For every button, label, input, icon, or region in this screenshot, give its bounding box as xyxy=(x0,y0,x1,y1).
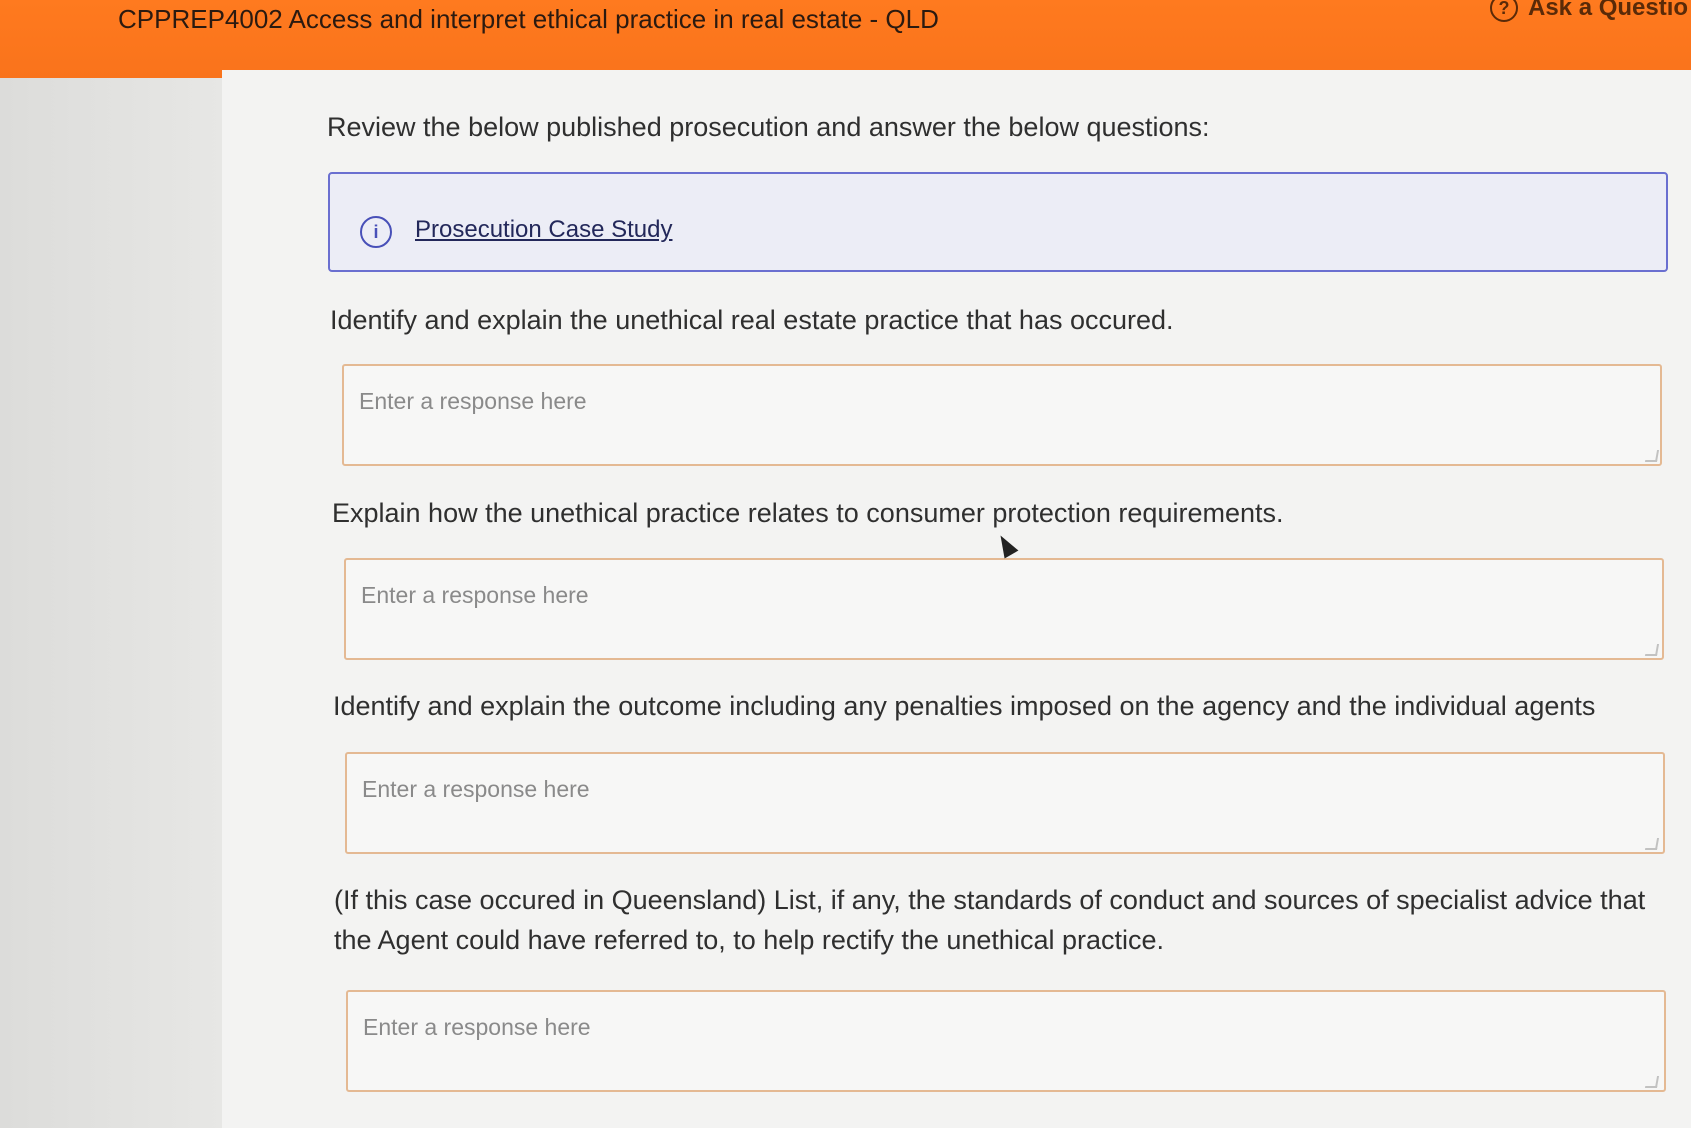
question-3-resize-handle[interactable] xyxy=(1644,838,1660,850)
question-4-response-field[interactable] xyxy=(346,990,1666,1092)
prosecution-case-study-link[interactable]: Prosecution Case Study xyxy=(415,216,672,244)
question-2-resize-handle[interactable] xyxy=(1644,644,1660,656)
help-circle-icon: ? xyxy=(1490,0,1518,22)
info-icon: i xyxy=(360,216,392,248)
question-1-response-field[interactable] xyxy=(342,364,1662,466)
question-3-prompt: Identify and explain the outcome includi… xyxy=(333,691,1596,721)
question-1-prompt: Identify and explain the unethical real … xyxy=(330,305,1174,335)
ask-question-label: Ask a Questio xyxy=(1528,0,1689,21)
case-study-callout[interactable]: i Prosecution Case Study xyxy=(328,172,1668,272)
question-3-response-field[interactable] xyxy=(345,752,1665,854)
course-title: CPPREP4002 Access and interpret ethical … xyxy=(118,4,939,34)
question-2-prompt: Explain how the unethical practice relat… xyxy=(332,498,1284,528)
question-4-prompt: (If this case occured in Queensland) Lis… xyxy=(334,885,1646,955)
ask-question-button[interactable]: ? Ask a Questio xyxy=(1490,0,1688,22)
question-2-response-field[interactable] xyxy=(344,558,1664,660)
left-sidebar-gutter xyxy=(0,78,223,1128)
question-1-resize-handle[interactable] xyxy=(1644,450,1660,462)
question-4-resize-handle[interactable] xyxy=(1644,1076,1660,1088)
top-header-bar: CPPREP4002 Access and interpret ethical … xyxy=(0,0,1691,78)
intro-instructions: Review the below published prosecution a… xyxy=(327,112,1210,142)
